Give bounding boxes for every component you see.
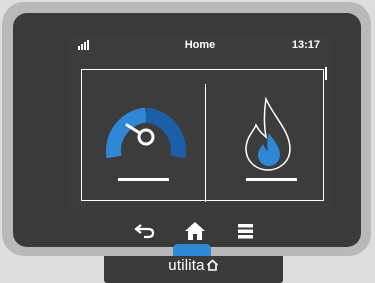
scroll-indicator bbox=[325, 67, 327, 80]
electricity-usage-bar bbox=[118, 178, 169, 181]
device-frame: Home 13:17 bbox=[2, 2, 371, 256]
home-button[interactable] bbox=[183, 220, 207, 242]
status-bar: Home 13:17 bbox=[70, 35, 330, 55]
brand-house-icon bbox=[206, 258, 219, 275]
brand-logo: utilita bbox=[104, 257, 283, 275]
menu-icon bbox=[238, 224, 253, 239]
home-indicator-tab bbox=[173, 244, 211, 256]
device-bezel: Home 13:17 bbox=[13, 13, 361, 247]
electricity-tile[interactable] bbox=[82, 70, 205, 200]
speedometer-gauge-icon bbox=[105, 107, 187, 159]
gas-tile[interactable] bbox=[206, 70, 325, 200]
clock-time: 13:17 bbox=[291, 39, 320, 51]
menu-button[interactable] bbox=[234, 220, 258, 242]
gas-usage-bar bbox=[246, 178, 297, 181]
back-button[interactable] bbox=[133, 220, 157, 242]
brand-name: utilita bbox=[168, 257, 205, 274]
home-icon bbox=[185, 222, 205, 240]
display-screen: Home 13:17 bbox=[70, 35, 330, 210]
energy-panel bbox=[81, 69, 325, 202]
gas-flame-icon bbox=[245, 96, 291, 171]
back-arrow-icon bbox=[134, 224, 155, 239]
